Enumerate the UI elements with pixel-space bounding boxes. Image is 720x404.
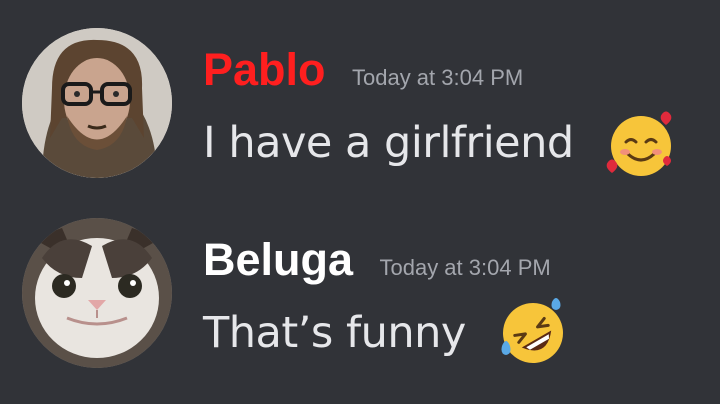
message-content: I have a girlfriend [203,106,678,180]
username[interactable]: Beluga [203,234,353,286]
message-content: That’s funny [203,296,570,370]
timestamp: Today at 3:04 PM [379,255,551,280]
message-text: I have a girlfriend [203,118,574,168]
chat-message: Beluga Today at 3:04 PM That’s funny [0,212,720,372]
avatar[interactable] [22,28,172,178]
cat-avatar-icon [22,218,172,368]
username[interactable]: Pablo [203,44,326,96]
rolling-on-floor-laughing-icon [496,296,570,370]
message-text: That’s funny [203,308,466,358]
avatar[interactable] [22,218,172,368]
chat-message: Pablo Today at 3:04 PM I have a girlfrie… [0,22,720,182]
smiling-face-with-hearts-icon [604,106,678,180]
message-header: Beluga Today at 3:04 PM [203,234,551,286]
man-with-glasses-avatar-icon [22,28,172,178]
message-header: Pablo Today at 3:04 PM [203,44,523,96]
timestamp: Today at 3:04 PM [351,65,524,90]
